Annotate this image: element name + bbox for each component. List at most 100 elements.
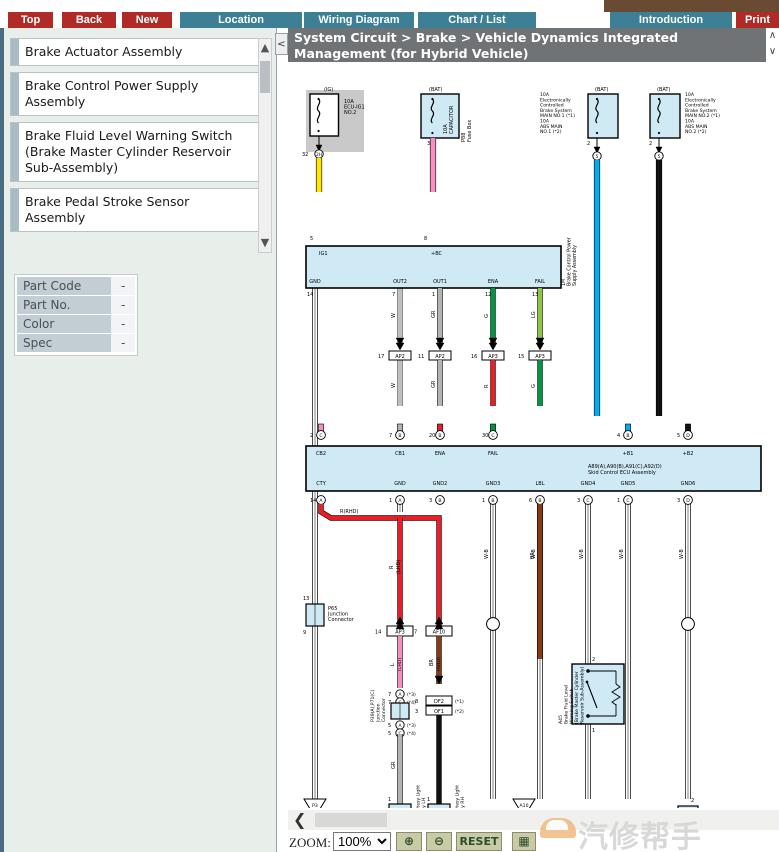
- pin-number: 2: [310, 433, 313, 439]
- fuse-rating-label: Electronically: [685, 97, 716, 103]
- list-item[interactable]: Brake Pedal Stroke Sensor Assembly: [10, 188, 260, 232]
- pin-number: 5: [310, 236, 313, 242]
- ecu-pin-label: +BC: [431, 251, 443, 257]
- fuse-rating-label: Electronically: [540, 97, 571, 103]
- scroll-up-icon[interactable]: ▲: [259, 40, 271, 56]
- ecu-pin-label: GND4: [581, 481, 596, 487]
- fuse-rating-label: MAIN NO.2 (*1): [685, 113, 720, 119]
- pin-number: 4: [617, 433, 620, 439]
- list-item[interactable]: Brake Actuator Assembly: [10, 38, 260, 66]
- front-door-courtesy-switch-rh[interactable]: [427, 803, 451, 808]
- pin-number: 11: [418, 354, 424, 360]
- fuse-body[interactable]: [309, 93, 340, 137]
- component-list-scrollbar[interactable]: ▲ ▼: [258, 38, 272, 253]
- ecu-pin-label: LBL: [535, 481, 544, 487]
- bottom-toolbar: ❮ ZOOM: 50%75%100%150%200% ⊕ ⊖ RESET ▦: [288, 810, 779, 852]
- a67-junction-connector[interactable]: [677, 805, 699, 808]
- pin-number: 5: [677, 433, 680, 439]
- chevron-down-icon[interactable]: ∨: [766, 46, 779, 60]
- diagram-label: Switch Assembly LH: [421, 798, 427, 808]
- fuse-body[interactable]: [587, 93, 619, 139]
- wiring-diagram-canvas[interactable]: (IG) 10A ECU-IG1 NO.2 2H 32 (BAT) 10A CAPACITOR 3…: [288, 64, 766, 808]
- fuse-rating-label: ABS MAIN: [685, 124, 708, 130]
- arrow-icon: [435, 342, 445, 351]
- zoom-in-button[interactable]: ⊕: [396, 832, 422, 851]
- pin-number: 17: [378, 354, 384, 360]
- grid-toggle-button[interactable]: ▦: [512, 832, 536, 851]
- back-chevron-icon[interactable]: ❮: [293, 810, 306, 829]
- part-code-value: -: [111, 277, 135, 295]
- wire-variant-label: (LHD): [396, 560, 402, 574]
- splice-code: AP3: [395, 630, 405, 636]
- splice-code: AF10: [433, 630, 446, 636]
- zoom-reset-button[interactable]: RESET: [456, 832, 502, 851]
- connector-letter: C: [586, 498, 589, 504]
- connector-letter: A: [398, 723, 401, 729]
- pin-number: 7: [389, 433, 392, 439]
- wire-color-label: R: [389, 565, 395, 569]
- variant-note: (*3): [407, 692, 416, 698]
- pin-number: 2: [592, 657, 595, 663]
- list-item[interactable]: Brake Control Power Supply Assembly: [10, 72, 260, 116]
- front-door-courtesy-switch-lh[interactable]: [388, 803, 412, 808]
- diagram-label: Front Door Courtesy Light: [454, 785, 460, 808]
- wire-color-label: L: [390, 663, 396, 666]
- pin-number: 13: [303, 596, 309, 602]
- scrollbar-thumb[interactable]: [260, 61, 270, 93]
- nav-button-chart-list[interactable]: Chart / List: [418, 12, 536, 28]
- scroll-down-icon[interactable]: ▼: [259, 235, 271, 251]
- sidebar-collapse-button[interactable]: <: [275, 33, 288, 55]
- nav-button-top[interactable]: Top: [8, 12, 53, 28]
- connector-letter: D: [686, 498, 690, 504]
- wire-color-label: GR: [431, 380, 437, 388]
- wire-color-label: GR: [391, 761, 397, 769]
- wire-color-label: GR: [431, 310, 437, 318]
- diagram-label: Switch Assembly RH: [460, 797, 466, 808]
- fuse-rating-label: ABS MAIN: [540, 124, 563, 130]
- list-item[interactable]: Brake Fluid Level Warning Switch (Brake …: [10, 122, 260, 182]
- fuse-source-label: (IG): [324, 87, 333, 93]
- pin-number: 5: [388, 731, 391, 737]
- fuse-rating-label: NO.2 (*2): [685, 129, 707, 135]
- diagram-label: Junction: [375, 703, 381, 723]
- wire-color-label: G: [531, 384, 537, 388]
- chevron-up-icon[interactable]: ∧: [766, 30, 779, 44]
- breadcrumb: System Circuit > Brake > Vehicle Dynamic…: [288, 28, 766, 62]
- fuse-terminal: [595, 97, 599, 101]
- nav-button-location[interactable]: Location: [180, 12, 302, 28]
- splice-code: AP3: [488, 354, 498, 360]
- ecu-pin-label: +B2: [683, 451, 694, 457]
- fuse-source-label: (BAT): [429, 87, 442, 93]
- connector-letter: B: [438, 433, 441, 439]
- pin-number: 2: [649, 141, 652, 147]
- diagram-label: (Brake Master Cylinder: [574, 671, 580, 724]
- nav-button-wiring-diagram[interactable]: Wiring Diagram: [304, 12, 414, 28]
- wire-variant-label: (RHD): [436, 657, 442, 671]
- nav-button-introduction[interactable]: Introduction: [610, 12, 732, 28]
- node-label: 5: [658, 154, 661, 160]
- fuse-rating-label: 10A: [540, 119, 550, 125]
- fuse-terminal: [595, 131, 599, 135]
- connector-letter: C: [626, 498, 629, 504]
- nav-button-back[interactable]: Back: [62, 12, 116, 28]
- diagram-scrollbar[interactable]: ∧ ∨: [766, 28, 779, 808]
- connector-letter: B: [538, 498, 541, 504]
- fuse-body[interactable]: [649, 93, 681, 139]
- variant-note: (*4): [407, 731, 416, 737]
- table-row: Spec -: [17, 334, 135, 352]
- fuse-rating-label: Controlled: [540, 103, 564, 109]
- ecu-pin-label: GND2: [433, 481, 448, 487]
- nav-button-print[interactable]: Print: [736, 12, 779, 28]
- pin-number: 30: [482, 433, 488, 439]
- table-row: Part Code -: [17, 277, 135, 295]
- nav-button-new[interactable]: New: [122, 12, 172, 28]
- diagram-label: Connector: [381, 698, 387, 722]
- fuse-rating-label: 10A: [685, 92, 695, 98]
- fuse-source-label: (BAT): [657, 87, 670, 93]
- fuse-rating-label: MAIN NO.1 (*1): [540, 113, 575, 119]
- ecu-pin-label: OUT2: [393, 279, 407, 285]
- zoom-select[interactable]: 50%75%100%150%200%: [333, 832, 391, 851]
- connector-letter: C: [319, 433, 322, 439]
- fuse-terminal: [657, 131, 661, 135]
- zoom-out-button[interactable]: ⊖: [426, 832, 452, 851]
